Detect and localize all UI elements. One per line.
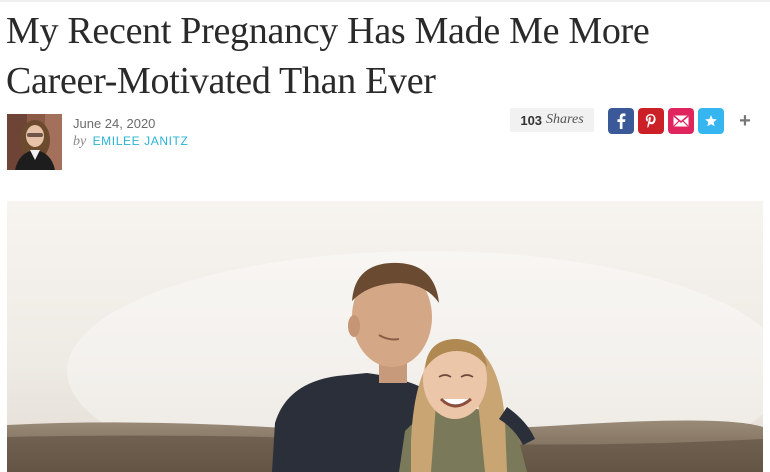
facebook-icon	[617, 113, 626, 129]
hero-image	[7, 201, 763, 472]
author-photo	[7, 114, 62, 170]
author-link[interactable]: EMILEE JANITZ	[93, 134, 189, 148]
by-label: by	[73, 134, 87, 149]
facebook-share-button[interactable]	[608, 108, 634, 134]
share-count-label: Shares	[546, 112, 584, 127]
more-share-button[interactable]: +	[736, 109, 754, 133]
star-icon	[705, 115, 717, 127]
byline: by EMILEE JANITZ	[73, 134, 188, 150]
pinterest-share-button[interactable]	[638, 108, 664, 134]
publish-date: June 24, 2020	[73, 116, 156, 131]
favorite-share-button[interactable]	[698, 108, 724, 134]
mail-icon	[673, 115, 689, 127]
pinterest-icon	[645, 114, 656, 128]
article-title: My Recent Pregnancy Has Made Me More Car…	[6, 10, 650, 102]
plus-icon: +	[739, 109, 751, 132]
share-count-number: 103	[520, 112, 543, 128]
top-border	[0, 0, 770, 2]
author-avatar[interactable]	[7, 114, 62, 170]
couple-photo	[7, 201, 763, 472]
share-count: 103 Shares	[510, 108, 594, 132]
email-share-button[interactable]	[668, 108, 694, 134]
